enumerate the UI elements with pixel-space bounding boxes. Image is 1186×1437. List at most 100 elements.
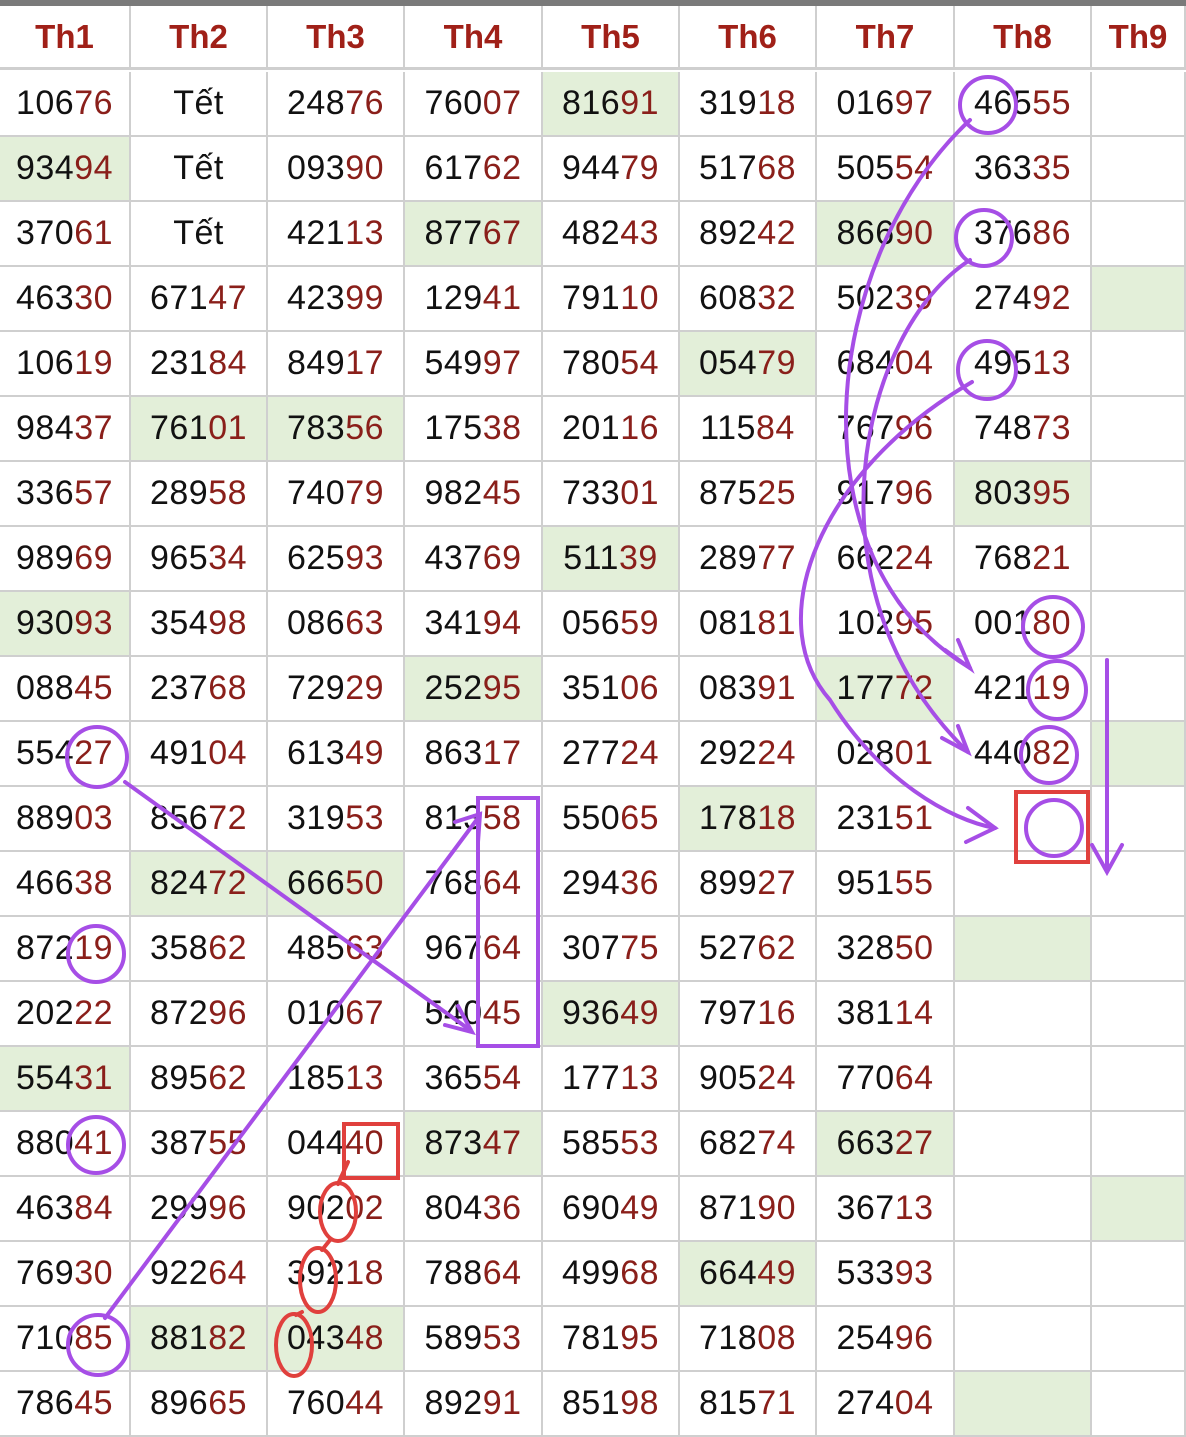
- cell-tail-digits: 68: [757, 149, 797, 187]
- cell-tail-digits: 64: [894, 1059, 934, 1097]
- cell-tail-digits: 72: [894, 669, 934, 707]
- column-header-th3: Th3: [268, 6, 405, 70]
- table-cell: [1092, 982, 1186, 1047]
- cell-tail-digits: 62: [208, 929, 248, 967]
- cell-lead-digits: 881: [149, 1319, 209, 1357]
- table-cell: 856 72: [131, 787, 268, 852]
- table-cell: 788 64: [405, 1242, 543, 1307]
- cell-lead-digits: 748: [973, 409, 1033, 447]
- table-cell: 729 29: [268, 657, 405, 722]
- table-cell: 392 18: [268, 1242, 405, 1307]
- cell-tail-digits: 43: [620, 214, 660, 252]
- cell-lead-digits: 495: [973, 344, 1033, 382]
- cell-lead-digits: 982: [424, 474, 483, 512]
- cell-lead-digits: 465: [973, 84, 1033, 122]
- cell-tail-digits: 19: [74, 929, 114, 967]
- cell-tail-digits: 13: [345, 1059, 385, 1097]
- table-cell: 967 64: [405, 917, 543, 982]
- cell-tail-digits: 24: [894, 539, 934, 577]
- cell-lead-digits: 899: [698, 864, 758, 902]
- table-cell: 363 35: [955, 137, 1092, 202]
- cell-tail-digits: 82: [1032, 734, 1072, 772]
- table-cell: 783 56: [268, 397, 405, 462]
- cell-lead-digits: 768: [424, 864, 483, 902]
- table-cell: 294 36: [543, 852, 680, 917]
- cell-tail-digits: 47: [482, 1124, 522, 1162]
- table-cell: 231 84: [131, 332, 268, 397]
- cell-lead-digits: 761: [149, 409, 209, 447]
- table-cell: [1092, 267, 1186, 332]
- cell-tail-digits: 32: [757, 279, 797, 317]
- cell-lead-digits: 788: [424, 1254, 483, 1292]
- cell-tail-digits: 95: [482, 669, 522, 707]
- cell-tail-digits: 84: [208, 344, 248, 382]
- table-cell: 083 91: [680, 657, 817, 722]
- cell-lead-digits: 274: [836, 1384, 895, 1422]
- cell-lead-digits: 056: [561, 604, 621, 642]
- table-cell: [955, 1047, 1092, 1112]
- table-cell: 740 79: [268, 462, 405, 527]
- cell-lead-digits: 780: [561, 344, 621, 382]
- cell-lead-digits: 289: [698, 539, 758, 577]
- cell-tail-digits: 30: [74, 1254, 114, 1292]
- cell-tail-digits: 64: [482, 929, 522, 967]
- table-cell: 248 76: [268, 72, 405, 137]
- cell-lead-digits: 370: [15, 214, 75, 252]
- cell-lead-digits: 682: [698, 1124, 758, 1162]
- table-cell: Tết: [131, 72, 268, 137]
- cell-lead-digits: 671: [149, 279, 209, 317]
- cell-lead-digits: 502: [836, 279, 895, 317]
- table-cell: 102 95: [817, 592, 955, 657]
- cell-lead-digits: 482: [561, 214, 621, 252]
- cell-tail-digits: 04: [894, 1384, 934, 1422]
- cell-tail-digits: 45: [482, 994, 522, 1032]
- table-cell: 502 39: [817, 267, 955, 332]
- cell-lead-digits: 989: [15, 539, 75, 577]
- table-cell: 944 79: [543, 137, 680, 202]
- cell-lead-digits: 102: [836, 604, 895, 642]
- cell-lead-digits: 527: [698, 929, 758, 967]
- cell-tail-digits: 63: [345, 604, 385, 642]
- cell-tail-digits: 71: [757, 1384, 797, 1422]
- cell-lead-digits: 967: [424, 929, 483, 967]
- cell-lead-digits: 625: [286, 539, 346, 577]
- cell-lead-digits: 871: [698, 1189, 758, 1227]
- table-cell: 760 07: [405, 72, 543, 137]
- table-cell: 613 49: [268, 722, 405, 787]
- table-cell: 237 68: [131, 657, 268, 722]
- cell-tail-digits: 19: [74, 344, 114, 382]
- cell-lead-digits: 292: [698, 734, 758, 772]
- table-cell: 177 72: [817, 657, 955, 722]
- table-cell: [1092, 1307, 1186, 1372]
- cell-tail-digits: 10: [620, 279, 660, 317]
- table-cell: 781 95: [543, 1307, 680, 1372]
- cell-tail-digits: 96: [208, 1189, 248, 1227]
- cell-tail-digits: 16: [757, 994, 797, 1032]
- cell-tail-digits: 91: [620, 84, 660, 122]
- table-cell: 440 82: [955, 722, 1092, 787]
- table-cell: 880 41: [0, 1112, 131, 1177]
- cell-tail-digits: 98: [208, 604, 248, 642]
- cell-lead-digits: 877: [424, 214, 483, 252]
- table-cell: 768 21: [955, 527, 1092, 592]
- table-cell: 824 72: [131, 852, 268, 917]
- cell-lead-digits: 106: [15, 344, 75, 382]
- table-cell: 129 41: [405, 267, 543, 332]
- table-cell: 666 50: [268, 852, 405, 917]
- cell-lead-digits: 421: [973, 669, 1033, 707]
- table-cell: 873 47: [405, 1112, 543, 1177]
- table-cell: 608 32: [680, 267, 817, 332]
- table-cell: [955, 787, 1092, 852]
- cell-tail-digits: 49: [620, 1189, 660, 1227]
- cell-tail-digits: 19: [1032, 669, 1072, 707]
- cell-lead-digits: 816: [561, 84, 621, 122]
- table-cell: 710 85: [0, 1307, 131, 1372]
- results-table: Th1 Th2 Th3 Th4 Th5 Th6 Th7 Th8 Th9 106 76 Tết 248 76…: [0, 0, 1186, 1437]
- cell-tail-digits: 97: [894, 84, 934, 122]
- cell-tail-digits: 63: [345, 929, 385, 967]
- table-cell: [1092, 852, 1186, 917]
- cell-lead-digits: 491: [149, 734, 209, 772]
- table-cell: 815 71: [680, 1372, 817, 1437]
- cell-lead-digits: 905: [698, 1059, 758, 1097]
- table-cell: 491 04: [131, 722, 268, 787]
